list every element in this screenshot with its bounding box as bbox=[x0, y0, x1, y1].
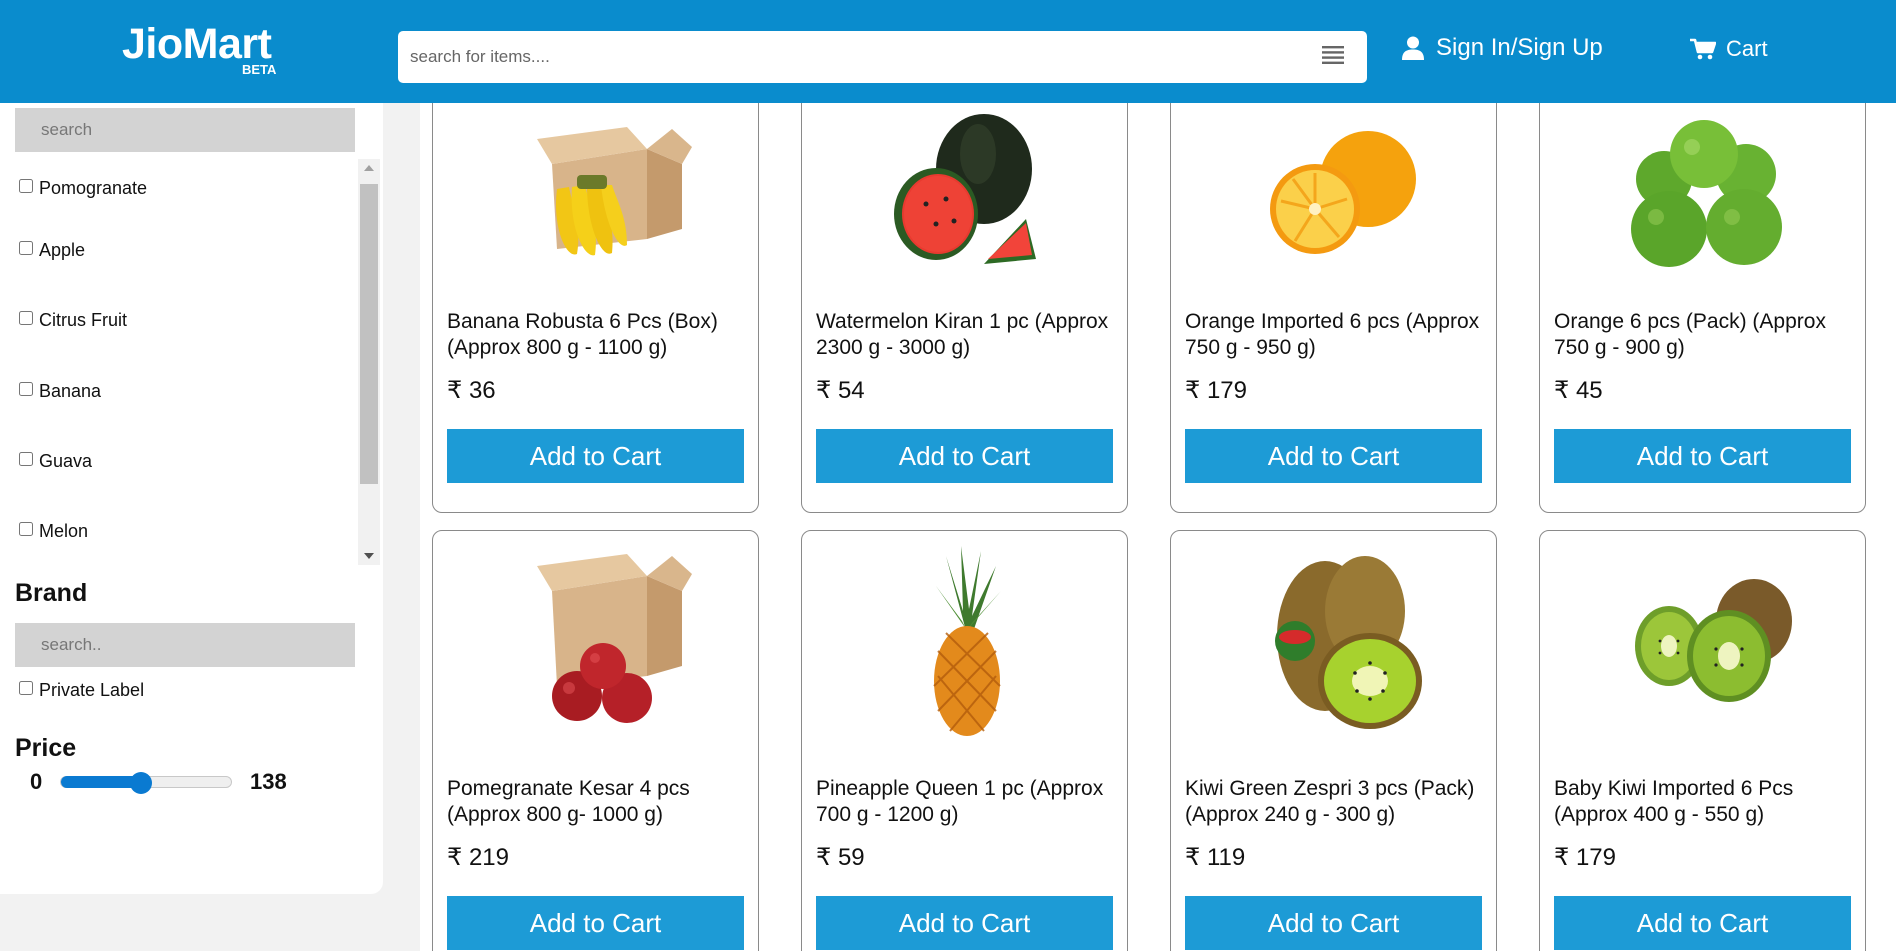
list-menu-icon[interactable] bbox=[1322, 45, 1344, 65]
add-to-cart-button[interactable]: Add to Cart bbox=[1554, 896, 1851, 950]
product-name: Pineapple Queen 1 pc (Approx 700 g - 120… bbox=[816, 777, 1104, 826]
product-card[interactable]: Orange Imported 6 pcs (Approx 750 g - 95… bbox=[1170, 103, 1497, 513]
product-card[interactable]: Pineapple Queen 1 pc (Approx 700 g - 120… bbox=[801, 530, 1128, 951]
product-price: ₹ 36 bbox=[447, 377, 496, 404]
product-grid: Banana Robusta 6 Pcs (Box) (Approx 800 g… bbox=[420, 103, 1896, 951]
add-to-cart-button[interactable]: Add to Cart bbox=[1185, 429, 1482, 483]
header-bar: JioMart BETA Sign In/Sign Up Cart bbox=[0, 0, 1896, 103]
kiwi-zespri-image bbox=[1171, 541, 1496, 741]
brand-search-input[interactable] bbox=[15, 623, 355, 667]
category-item[interactable]: Citrus Fruit bbox=[19, 310, 127, 331]
category-checkbox[interactable] bbox=[19, 310, 33, 325]
product-price: ₹ 219 bbox=[447, 844, 509, 871]
cart-icon bbox=[1690, 38, 1716, 60]
product-price: ₹ 119 bbox=[1185, 844, 1246, 871]
brand-checkbox[interactable] bbox=[19, 680, 33, 695]
scroll-up-arrow-icon[interactable] bbox=[364, 165, 374, 171]
search-bar bbox=[398, 31, 1367, 83]
category-item[interactable]: Apple bbox=[19, 240, 85, 261]
product-price: ₹ 45 bbox=[1554, 377, 1603, 404]
green-orange-image bbox=[1540, 103, 1865, 294]
product-name: Orange 6 pcs (Pack) (Approx 750 g - 900 … bbox=[1554, 310, 1826, 359]
category-checkbox[interactable] bbox=[19, 451, 33, 466]
category-item[interactable]: Guava bbox=[19, 451, 92, 472]
product-card[interactable]: Pomegranate Kesar 4 pcs (Approx 800 g- 1… bbox=[432, 530, 759, 951]
filter-sidebar: Pomogranate Apple Citrus Fruit Banana Gu… bbox=[0, 103, 383, 894]
product-price: ₹ 59 bbox=[816, 844, 865, 871]
category-list: Pomogranate Apple Citrus Fruit Banana Gu… bbox=[15, 159, 381, 567]
category-checkbox[interactable] bbox=[19, 240, 33, 255]
price-slider-thumb[interactable] bbox=[129, 772, 152, 794]
product-price: ₹ 179 bbox=[1554, 844, 1616, 871]
signin-label: Sign In/Sign Up bbox=[1436, 34, 1603, 61]
category-checkbox[interactable] bbox=[19, 381, 33, 396]
product-card[interactable]: Orange 6 pcs (Pack) (Approx 750 g - 900 … bbox=[1539, 103, 1866, 513]
category-item[interactable]: Pomogranate bbox=[19, 178, 147, 199]
category-label: Guava bbox=[39, 451, 93, 471]
price-slider-fill bbox=[61, 776, 141, 788]
user-icon bbox=[1402, 36, 1424, 60]
product-price: ₹ 54 bbox=[816, 377, 865, 404]
category-checkbox[interactable] bbox=[19, 521, 33, 536]
category-label: Apple bbox=[39, 240, 86, 260]
product-name: Watermelon Kiran 1 pc (Approx 2300 g - 3… bbox=[816, 310, 1109, 359]
category-label: Melon bbox=[39, 521, 89, 541]
add-to-cart-button[interactable]: Add to Cart bbox=[1554, 429, 1851, 483]
orange-image bbox=[1171, 103, 1496, 294]
scroll-down-arrow-icon[interactable] bbox=[364, 553, 374, 559]
product-name: Pomegranate Kesar 4 pcs (Approx 800 g- 1… bbox=[447, 777, 690, 826]
price-slider[interactable] bbox=[60, 772, 232, 794]
add-to-cart-button[interactable]: Add to Cart bbox=[816, 896, 1113, 950]
cart-button[interactable]: Cart bbox=[1690, 36, 1768, 62]
category-checkbox[interactable] bbox=[19, 178, 33, 193]
add-to-cart-button[interactable]: Add to Cart bbox=[1185, 896, 1482, 950]
category-item[interactable]: Banana bbox=[19, 381, 101, 402]
add-to-cart-button[interactable]: Add to Cart bbox=[816, 429, 1113, 483]
category-scrollbar[interactable] bbox=[358, 159, 380, 565]
cart-label: Cart bbox=[1726, 36, 1768, 61]
product-card[interactable]: Banana Robusta 6 Pcs (Box) (Approx 800 g… bbox=[432, 103, 759, 513]
product-card[interactable]: Baby Kiwi Imported 6 Pcs (Approx 400 g -… bbox=[1539, 530, 1866, 951]
product-card[interactable]: Watermelon Kiran 1 pc (Approx 2300 g - 3… bbox=[801, 103, 1128, 513]
product-price: ₹ 179 bbox=[1185, 377, 1247, 404]
signin-button[interactable]: Sign In/Sign Up bbox=[1402, 34, 1603, 62]
baby-kiwi-image bbox=[1540, 541, 1865, 741]
price-max-value: 138 bbox=[250, 769, 287, 794]
search-input[interactable] bbox=[410, 31, 1290, 83]
category-label: Pomogranate bbox=[39, 178, 148, 198]
product-name: Orange Imported 6 pcs (Approx 750 g - 95… bbox=[1185, 310, 1480, 359]
product-name: Baby Kiwi Imported 6 Pcs (Approx 400 g -… bbox=[1554, 777, 1794, 826]
price-title: Price bbox=[15, 734, 77, 762]
brand-title: Brand bbox=[15, 579, 88, 607]
category-label: Banana bbox=[39, 381, 102, 401]
logo-beta-badge: BETA bbox=[242, 62, 277, 77]
category-search-input[interactable] bbox=[15, 108, 355, 152]
category-label: Citrus Fruit bbox=[39, 310, 128, 330]
watermelon-image bbox=[802, 103, 1127, 294]
price-min-value: 0 bbox=[30, 769, 43, 794]
pomegranate-box-image bbox=[433, 536, 758, 736]
category-item[interactable]: Melon bbox=[19, 521, 88, 542]
add-to-cart-button[interactable]: Add to Cart bbox=[447, 896, 744, 950]
scroll-thumb[interactable] bbox=[360, 184, 378, 484]
pineapple-image bbox=[802, 541, 1127, 741]
add-to-cart-button[interactable]: Add to Cart bbox=[447, 429, 744, 483]
product-name: Banana Robusta 6 Pcs (Box) (Approx 800 g… bbox=[447, 310, 718, 359]
product-name: Kiwi Green Zespri 3 pcs (Pack) (Approx 2… bbox=[1185, 777, 1475, 826]
brand-item[interactable]: Private Label bbox=[19, 680, 144, 701]
product-card[interactable]: Kiwi Green Zespri 3 pcs (Pack) (Approx 2… bbox=[1170, 530, 1497, 951]
price-range: 0 138 bbox=[15, 767, 375, 797]
banana-box-image bbox=[433, 103, 758, 294]
brand-label: Private Label bbox=[39, 680, 145, 700]
